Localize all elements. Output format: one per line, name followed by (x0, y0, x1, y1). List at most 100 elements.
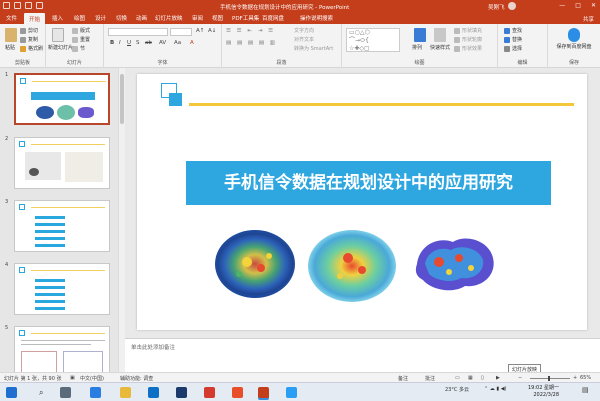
tab-file[interactable]: 文件 (6, 14, 17, 22)
search-icon[interactable]: ⌕ (39, 388, 43, 398)
current-slide[interactable]: 手机信令数据在规划设计中的应用研究 (137, 74, 587, 330)
shape-fill-button[interactable]: 形状填充 (454, 27, 482, 34)
spellcheck-icon[interactable]: ▣ (70, 375, 75, 381)
layout-button[interactable]: 版式 (72, 27, 90, 34)
paste-button[interactable]: 粘贴 (5, 44, 15, 51)
shape-gallery[interactable]: ▭○△⬡ ⌒→⬭{☆✚◇▢ (346, 28, 400, 52)
save-icon[interactable] (3, 2, 10, 9)
bullets-icon[interactable]: ☰ ☰ ⇤ ⇥ ☰ (226, 28, 275, 34)
zoom-out-icon[interactable]: − (518, 375, 522, 381)
strikethrough-icon[interactable]: ab (145, 40, 152, 46)
minimize-button[interactable]: — (559, 2, 565, 9)
underline-icon[interactable]: U (127, 40, 131, 46)
avatar[interactable] (508, 2, 516, 10)
convert-smartart-button[interactable]: 转换为 SmartArt (294, 45, 333, 52)
find-button[interactable]: 查找 (504, 27, 522, 34)
tab-design[interactable]: 设计 (95, 14, 106, 22)
accessibility-status[interactable]: 辅助功能: 调查 (120, 375, 153, 382)
quick-styles-icon[interactable] (434, 28, 446, 42)
notes-toggle-button[interactable]: 备注 (398, 375, 408, 382)
store-icon[interactable] (176, 387, 187, 398)
quick-styles-button[interactable]: 快速样式 (430, 44, 450, 51)
redo-icon[interactable] (25, 2, 32, 9)
tab-slideshow[interactable]: 幻灯片放映 (155, 14, 183, 22)
windows-start-icon[interactable] (6, 387, 17, 398)
new-slide-button[interactable]: 新建幻灯片 (48, 44, 73, 51)
user-name[interactable]: 吴刚飞 (488, 3, 505, 11)
system-tray-icons[interactable]: ⌃ ☁ ▮ ◀) (484, 386, 507, 392)
shadow-icon[interactable]: S (136, 40, 140, 46)
zoom-slider[interactable] (530, 378, 570, 379)
italic-icon[interactable]: I (119, 40, 121, 46)
weather-widget[interactable]: 23°C 多云 (445, 386, 469, 393)
bold-icon[interactable]: B (110, 40, 114, 46)
slide-thumbnail-4[interactable] (14, 263, 110, 315)
start-slideshow-icon[interactable] (36, 2, 43, 9)
slideshow-view-icon[interactable]: ▶ (496, 375, 500, 381)
grow-font-icon[interactable]: A↑ (196, 28, 204, 34)
tab-baidu-netdisk[interactable]: 百度网盘 (262, 14, 284, 22)
tab-draw[interactable]: 绘图 (74, 14, 85, 22)
pdf-app-icon[interactable] (204, 387, 215, 398)
font-color-icon[interactable]: A (190, 40, 194, 46)
replace-button[interactable]: 替换 (504, 36, 522, 43)
scrollbar-thumb[interactable] (120, 74, 124, 124)
normal-view-icon[interactable]: ▭ (455, 375, 460, 381)
shape-outline-button[interactable]: 形状轮廓 (454, 36, 482, 43)
reset-button[interactable]: 重置 (72, 36, 90, 43)
task-view-icon[interactable] (60, 387, 71, 398)
powerpoint-icon[interactable] (258, 387, 269, 398)
heatmap-image-2[interactable] (306, 228, 398, 304)
zoom-in-icon[interactable]: + (573, 375, 577, 381)
format-painter-button[interactable]: 格式刷 (20, 45, 43, 52)
arrange-button[interactable]: 排列 (412, 44, 422, 51)
save-to-baidu-button[interactable]: 保存到百度网盘 (554, 44, 594, 50)
close-button[interactable]: ✕ (591, 2, 596, 9)
edge-icon[interactable] (90, 387, 101, 398)
cut-button[interactable]: 剪切 (20, 27, 38, 34)
notes-pane[interactable]: 单击此处添加备注 幻灯片放映 (125, 338, 600, 375)
thumbnail-scrollbar[interactable] (118, 68, 125, 372)
copy-button[interactable]: 复制 (20, 36, 38, 43)
section-button[interactable]: 节 (72, 45, 85, 52)
notification-icon[interactable]: ▤ (582, 386, 589, 394)
change-case-icon[interactable]: Aa (174, 40, 181, 46)
char-spacing-icon[interactable]: AV (159, 40, 166, 46)
maximize-button[interactable]: □ (575, 2, 581, 9)
tab-animations[interactable]: 动画 (136, 14, 147, 22)
tab-view[interactable]: 视图 (212, 14, 223, 22)
office-icon[interactable] (232, 387, 243, 398)
undo-icon[interactable] (14, 2, 21, 9)
file-explorer-icon[interactable] (120, 387, 131, 398)
system-clock[interactable]: 19:02 星期一 2022/3/28 (528, 385, 559, 399)
heatmap-image-1[interactable] (213, 228, 297, 300)
slide-thumbnail-5[interactable] (14, 326, 110, 372)
mail-icon[interactable] (148, 387, 159, 398)
slide-sorter-icon[interactable]: ▦ (468, 375, 473, 381)
slide-thumbnail-2[interactable] (14, 137, 110, 189)
zoom-slider-knob[interactable] (548, 376, 550, 381)
slide-title[interactable]: 手机信令数据在规划设计中的应用研究 (186, 161, 551, 205)
align-text-button[interactable]: 对齐文本 (294, 36, 314, 43)
align-icon[interactable]: ▤ ▤ ▤ ▤ ▥ (226, 40, 277, 46)
tab-insert[interactable]: 插入 (52, 14, 63, 22)
heatmap-image-3[interactable] (409, 228, 499, 298)
notes-placeholder[interactable]: 单击此处添加备注 (131, 343, 175, 351)
comments-toggle-button[interactable]: 批注 (425, 375, 435, 382)
language-indicator[interactable]: 中文(中国) (80, 375, 104, 382)
text-direction-button[interactable]: 文字方向 (294, 27, 314, 34)
tell-me-search[interactable]: 操作说明搜索 (300, 14, 333, 22)
new-slide-icon[interactable] (52, 28, 64, 42)
slide-thumbnail-1[interactable] (14, 73, 110, 125)
shape-effects-button[interactable]: 形状效果 (454, 45, 482, 52)
tab-review[interactable]: 审阅 (192, 14, 203, 22)
slide-thumbnail-3[interactable] (14, 200, 110, 252)
reading-view-icon[interactable]: ▯ (481, 375, 484, 381)
paste-icon[interactable] (5, 28, 17, 42)
share-button[interactable]: 共享 (583, 15, 594, 23)
zoom-level[interactable]: 65% (580, 375, 591, 381)
font-name-combo[interactable] (108, 28, 168, 36)
tab-pdf-tools[interactable]: PDF工具集 (232, 14, 259, 22)
font-size-combo[interactable] (170, 28, 192, 36)
arrange-icon[interactable] (414, 28, 426, 42)
